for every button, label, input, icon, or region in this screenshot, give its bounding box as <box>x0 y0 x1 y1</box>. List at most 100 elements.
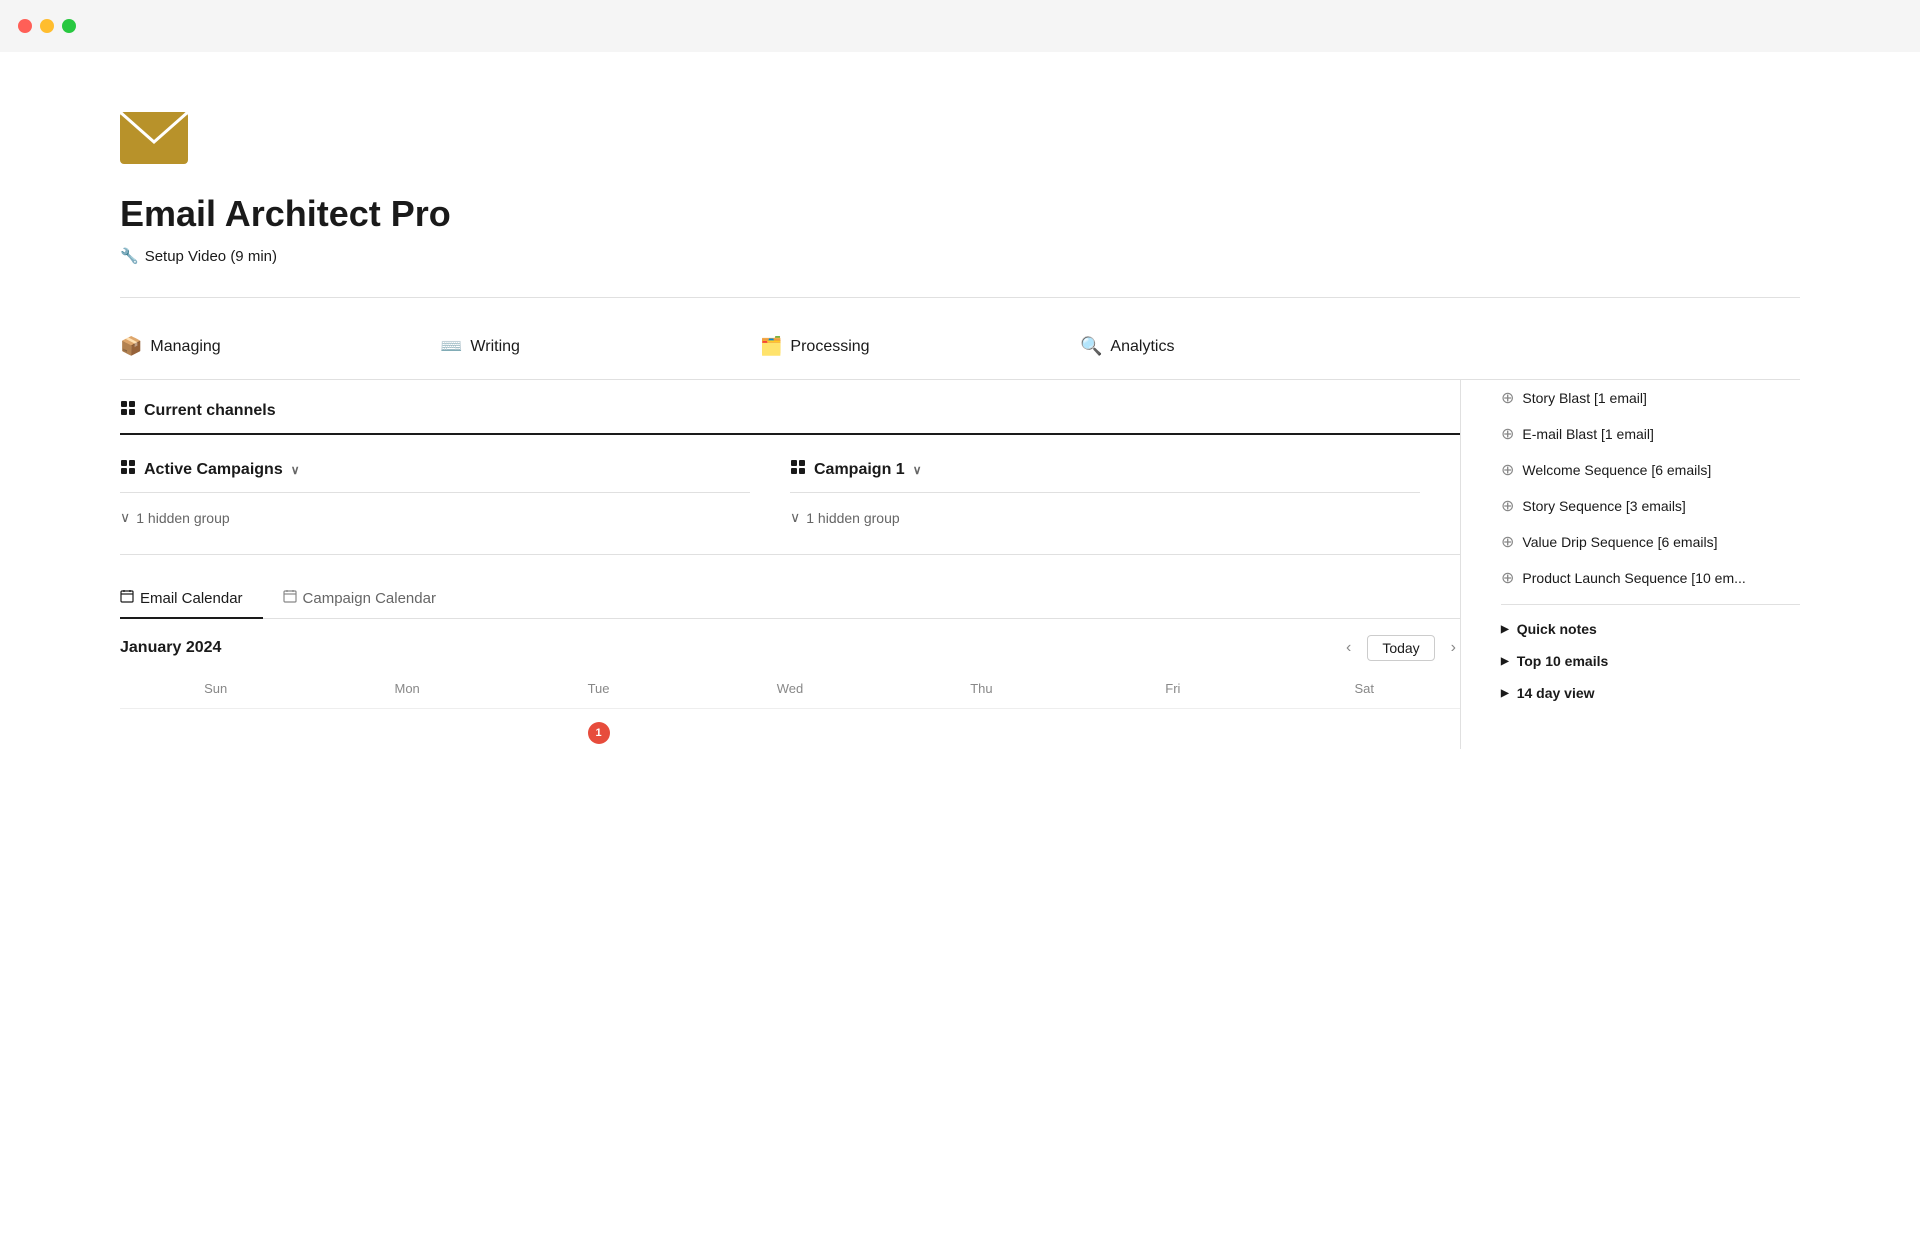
managing-icon: 📦 <box>120 336 142 357</box>
sidebar: ⊕ Story Blast [1 email] ⊕ E-mail Blast [… <box>1460 380 1800 749</box>
nav-row: 📦 Managing ⌨️ Writing 🗂️ Processing 🔍 An… <box>120 314 1800 380</box>
sidebar-14-day-view[interactable]: ▶ 14 day view <box>1501 677 1800 709</box>
story-sequence-label: Story Sequence [3 emails] <box>1522 498 1685 514</box>
active-campaigns-chevron: ∨ <box>291 463 300 477</box>
quick-notes-triangle: ▶ <box>1501 624 1509 635</box>
writing-icon: ⌨️ <box>440 336 462 357</box>
window-controls <box>0 0 1920 52</box>
top-10-triangle: ▶ <box>1501 656 1509 667</box>
email-blast-label: E-mail Blast [1 email] <box>1522 426 1653 442</box>
wrench-icon: 🔧 <box>120 247 139 265</box>
cal-event-dot: 1 <box>588 722 610 744</box>
nav-item-managing[interactable]: 📦 Managing <box>120 332 440 361</box>
campaign1-hidden-group-label: 1 hidden group <box>806 510 899 526</box>
processing-icon: 🗂️ <box>760 336 782 357</box>
active-campaigns-col: Active Campaigns ∨ ∨ 1 hidden group <box>120 459 790 530</box>
sidebar-item-story-blast[interactable]: ⊕ Story Blast [1 email] <box>1501 380 1800 416</box>
nav-item-analytics[interactable]: 🔍 Analytics <box>1080 332 1400 361</box>
hidden-group-chevron: ∨ <box>120 509 130 526</box>
sidebar-divider-1 <box>1501 604 1800 605</box>
quick-notes-label: Quick notes <box>1517 621 1597 637</box>
day-header-sat: Sat <box>1269 677 1460 700</box>
calendar-day-headers: Sun Mon Tue Wed Thu Fri Sat <box>120 677 1460 709</box>
calendar-next-button[interactable]: › <box>1447 637 1460 659</box>
14-day-triangle: ▶ <box>1501 688 1509 699</box>
setup-video-link[interactable]: 🔧 Setup Video (9 min) <box>120 247 1800 265</box>
nav-item-writing[interactable]: ⌨️ Writing <box>440 332 760 361</box>
day-header-mon: Mon <box>311 677 502 700</box>
campaign1-label: Campaign 1 <box>814 461 905 479</box>
campaign1-chevron: ∨ <box>913 463 922 477</box>
day-header-wed: Wed <box>694 677 885 700</box>
sidebar-item-product-launch[interactable]: ⊕ Product Launch Sequence [10 em... <box>1501 560 1800 596</box>
day-header-tue: Tue <box>503 677 694 700</box>
day-header-fri: Fri <box>1077 677 1268 700</box>
product-launch-plus-icon: ⊕ <box>1501 568 1514 588</box>
close-button[interactable] <box>18 19 32 33</box>
campaigns-area: Active Campaigns ∨ ∨ 1 hidden group <box>120 435 1460 555</box>
calendar-prev-button[interactable]: ‹ <box>1342 637 1355 659</box>
sidebar-top-10-emails[interactable]: ▶ Top 10 emails <box>1501 645 1800 677</box>
current-channels-header: Current channels <box>120 380 1460 435</box>
tab-campaign-calendar[interactable]: Campaign Calendar <box>263 579 456 619</box>
campaign1-header[interactable]: Campaign 1 ∨ <box>790 459 1420 493</box>
maximize-button[interactable] <box>62 19 76 33</box>
active-campaigns-hidden-group-label: 1 hidden group <box>136 510 229 526</box>
product-launch-label: Product Launch Sequence [10 em... <box>1522 570 1745 586</box>
app-icon <box>120 112 1800 169</box>
cal-cell-empty-1 <box>120 717 311 749</box>
cal-cell-empty-5 <box>1077 717 1268 749</box>
calendar-row-1: 1 <box>120 717 1460 749</box>
email-calendar-label: Email Calendar <box>140 590 243 607</box>
sidebar-item-story-sequence[interactable]: ⊕ Story Sequence [3 emails] <box>1501 488 1800 524</box>
day-header-sun: Sun <box>120 677 311 700</box>
cal-cell-empty-3 <box>694 717 885 749</box>
current-channels-label: Current channels <box>144 402 276 420</box>
sidebar-item-value-drip[interactable]: ⊕ Value Drip Sequence [6 emails] <box>1501 524 1800 560</box>
story-blast-plus-icon: ⊕ <box>1501 388 1514 408</box>
tab-email-calendar[interactable]: Email Calendar <box>120 579 263 619</box>
welcome-sequence-plus-icon: ⊕ <box>1501 460 1514 480</box>
sidebar-quick-notes[interactable]: ▶ Quick notes <box>1501 613 1800 645</box>
setup-video-label: Setup Video (9 min) <box>145 248 277 265</box>
analytics-icon: 🔍 <box>1080 336 1102 357</box>
app-title: Email Architect Pro <box>120 193 1800 235</box>
cal-cell-tue-1[interactable]: 1 <box>503 717 694 749</box>
story-sequence-plus-icon: ⊕ <box>1501 496 1514 516</box>
sidebar-item-welcome-sequence[interactable]: ⊕ Welcome Sequence [6 emails] <box>1501 452 1800 488</box>
calendar-nav: ‹ Today › <box>1342 635 1460 661</box>
processing-label: Processing <box>790 338 869 356</box>
sidebar-item-email-blast[interactable]: ⊕ E-mail Blast [1 email] <box>1501 416 1800 452</box>
calendar-tabs: Email Calendar Campaign Calendar <box>120 579 1460 619</box>
minimize-button[interactable] <box>40 19 54 33</box>
welcome-sequence-label: Welcome Sequence [6 emails] <box>1522 462 1711 478</box>
active-campaigns-hidden-group[interactable]: ∨ 1 hidden group <box>120 505 750 530</box>
calendar-today-button[interactable]: Today <box>1367 635 1434 661</box>
campaign-calendar-label: Campaign Calendar <box>303 590 436 607</box>
campaign1-hidden-group-chevron: ∨ <box>790 509 800 526</box>
value-drip-plus-icon: ⊕ <box>1501 532 1514 552</box>
main-body: Current channels <box>120 380 1800 749</box>
cal-cell-empty-6 <box>1269 717 1460 749</box>
campaign1-hidden-group[interactable]: ∨ 1 hidden group <box>790 505 1420 530</box>
top-10-label: Top 10 emails <box>1517 653 1609 669</box>
active-campaigns-grid-icon <box>120 459 136 480</box>
calendar-month-label: January 2024 <box>120 639 221 657</box>
campaign1-col: Campaign 1 ∨ ∨ 1 hidden group <box>790 459 1460 530</box>
email-calendar-icon <box>120 589 134 607</box>
cal-cell-empty-2 <box>311 717 502 749</box>
main-content: Email Architect Pro 🔧 Setup Video (9 min… <box>0 52 1920 809</box>
14-day-label: 14 day view <box>1517 685 1595 701</box>
value-drip-label: Value Drip Sequence [6 emails] <box>1522 534 1717 550</box>
writing-label: Writing <box>470 338 520 356</box>
nav-item-processing[interactable]: 🗂️ Processing <box>760 332 1080 361</box>
left-area: Current channels <box>120 380 1460 749</box>
analytics-label: Analytics <box>1110 338 1174 356</box>
top-divider <box>120 297 1800 298</box>
email-blast-plus-icon: ⊕ <box>1501 424 1514 444</box>
active-campaigns-header[interactable]: Active Campaigns ∨ <box>120 459 750 493</box>
calendar-header: January 2024 ‹ Today › <box>120 619 1460 677</box>
managing-label: Managing <box>150 338 220 356</box>
cal-cell-empty-4 <box>886 717 1077 749</box>
campaign1-grid-icon <box>790 459 806 480</box>
